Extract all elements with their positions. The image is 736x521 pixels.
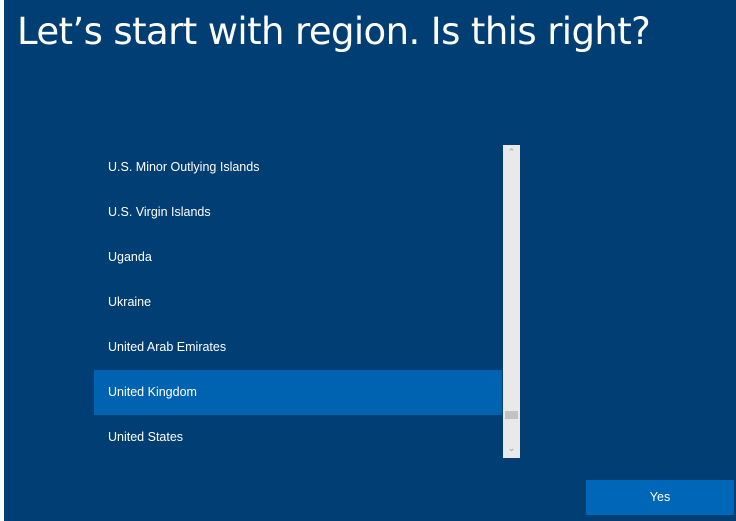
list-item[interactable]: United Arab Emirates [94,325,502,370]
list-item[interactable]: U.S. Minor Outlying Islands [94,145,502,190]
chevron-up-icon[interactable]: ⌃ [503,145,520,162]
list-item[interactable]: United States [94,415,502,458]
list-item-selected[interactable]: United Kingdom [94,370,502,415]
chevron-down-icon[interactable]: ⌄ [503,441,520,458]
list-item[interactable]: Uganda [94,235,502,280]
oobe-region-screen: Let’s start with region. Is this right? … [4,0,736,521]
yes-button[interactable]: Yes [586,480,734,515]
region-listbox[interactable]: U.S. Minor Outlying Islands U.S. Virgin I… [94,145,520,458]
region-list-scrollbar[interactable]: ⌃ ⌄ [503,145,520,458]
list-item[interactable]: Ukraine [94,280,502,325]
scrollbar-thumb[interactable] [505,411,518,420]
region-list[interactable]: U.S. Minor Outlying Islands U.S. Virgin I… [94,145,502,458]
page-title: Let’s start with region. Is this right? [17,10,651,53]
list-item[interactable]: U.S. Virgin Islands [94,190,502,235]
